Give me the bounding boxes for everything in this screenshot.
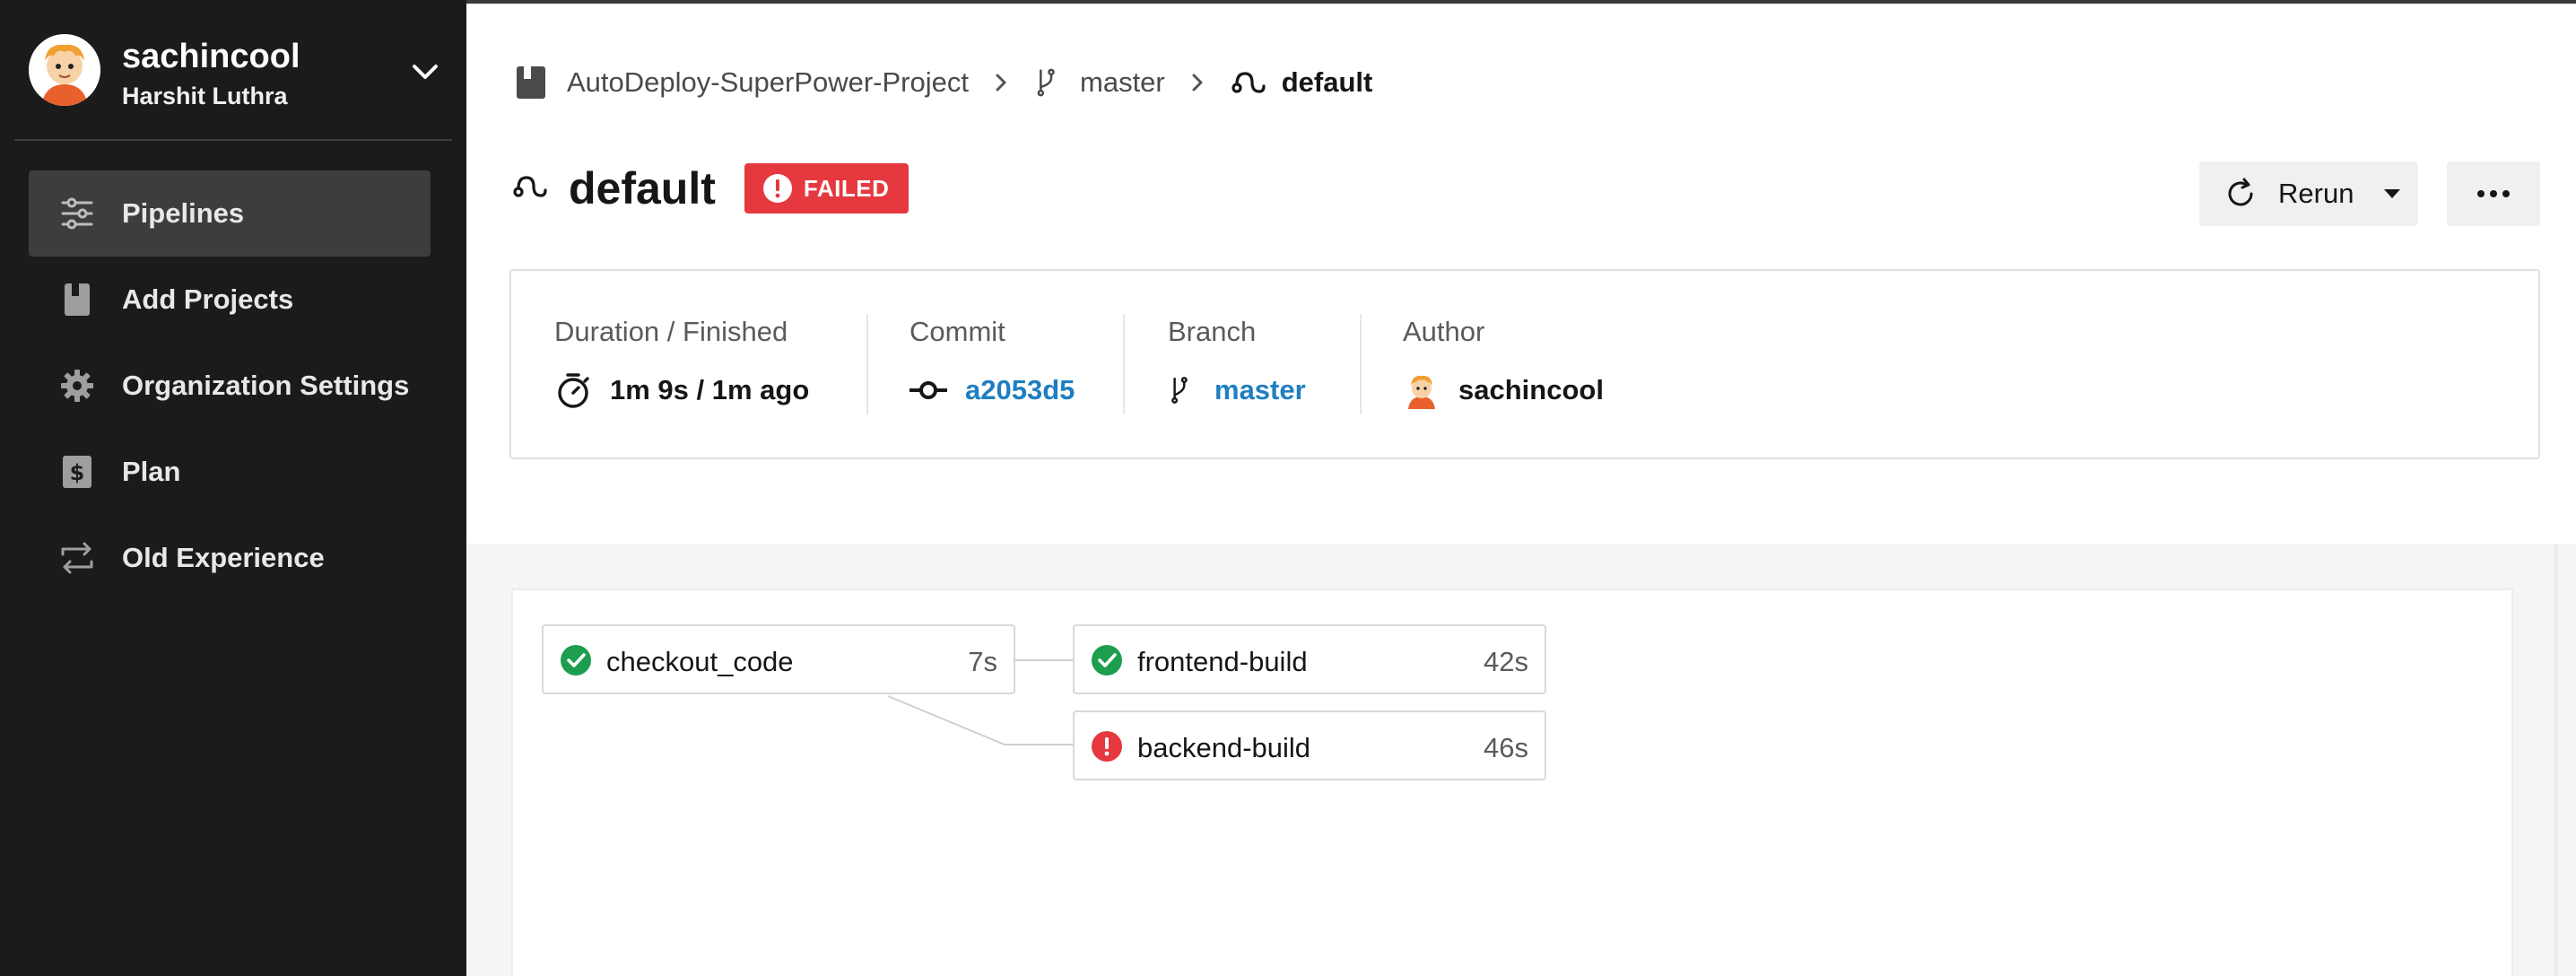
- rerun-button[interactable]: Rerun: [2199, 161, 2418, 226]
- branch-link[interactable]: master: [1214, 374, 1306, 406]
- commit-section: Commit a2053d5: [909, 316, 1075, 414]
- more-actions-button[interactable]: [2447, 161, 2540, 226]
- sidebar-item-label: Old Experience: [122, 542, 325, 573]
- breadcrumb-workflow: default: [1281, 66, 1373, 98]
- sidebar-item-label: Pipelines: [122, 197, 245, 229]
- duration-value: 1m 9s / 1m ago: [610, 374, 810, 405]
- chevron-right-icon: [1192, 74, 1203, 92]
- breadcrumb-project[interactable]: AutoDeploy-SuperPower-Project: [567, 66, 969, 99]
- branch-icon: [1037, 68, 1055, 97]
- workflow-icon: [513, 176, 547, 197]
- book-icon: [517, 66, 545, 99]
- chevron-down-icon[interactable]: [405, 52, 445, 92]
- job-card-backend-build[interactable]: backend-build 46s: [1073, 710, 1546, 780]
- sidebar-item-pipelines[interactable]: Pipelines: [29, 170, 431, 257]
- commit-label: Commit: [909, 316, 1005, 347]
- success-check-icon: [561, 645, 591, 675]
- avatar: [29, 34, 100, 106]
- sidebar-item-label: Plan: [122, 456, 181, 487]
- rerun-label: Rerun: [2278, 178, 2354, 209]
- refresh-icon: [2228, 178, 2253, 206]
- author-avatar: [1408, 375, 1435, 409]
- author-section: Author sachincool: [1403, 316, 1604, 414]
- sidebar-item-organization-settings[interactable]: Organization Settings: [29, 343, 431, 429]
- gear-icon: [61, 370, 93, 402]
- duration-label: Duration / Finished: [554, 316, 788, 347]
- stopwatch-icon: [558, 373, 589, 408]
- job-duration: 46s: [1484, 732, 1528, 763]
- workflow-graph-area: checkout_code 7s frontend-build 42s back…: [466, 544, 2576, 976]
- book-icon: [65, 283, 90, 316]
- failed-alert-icon: [1092, 731, 1122, 762]
- divider: [1360, 314, 1362, 414]
- sidebar: sachincool Harshit Luthra Pipelines Add …: [0, 0, 466, 976]
- author-label: Author: [1403, 316, 1485, 347]
- job-card-checkout-code[interactable]: checkout_code 7s: [542, 624, 1015, 694]
- user-full-name: Harshit Luthra: [122, 83, 288, 109]
- divider: [1123, 314, 1125, 414]
- duration-section: Duration / Finished 1m 9s / 1m ago: [554, 316, 809, 414]
- pipelines-icon: [61, 197, 93, 230]
- sidebar-item-label: Organization Settings: [122, 370, 410, 401]
- chevron-right-icon: [996, 74, 1006, 92]
- author-value: sachincool: [1458, 374, 1604, 405]
- commit-icon: [909, 381, 947, 399]
- job-duration: 42s: [1484, 646, 1528, 677]
- main-content: AutoDeploy-SuperPower-Project master def…: [466, 4, 2576, 976]
- job-name: frontend-build: [1137, 646, 1308, 677]
- workflow-info-card: Duration / Finished 1m 9s / 1m ago Commi…: [509, 269, 2540, 459]
- sidebar-item-add-projects[interactable]: Add Projects: [29, 257, 431, 343]
- status-badge: FAILED: [744, 163, 909, 214]
- switch-arrows-icon: [61, 542, 93, 574]
- breadcrumb: AutoDeploy-SuperPower-Project master def…: [515, 63, 1372, 102]
- user-switcher[interactable]: sachincool Harshit Luthra: [29, 34, 445, 109]
- job-duration: 7s: [968, 646, 997, 677]
- branch-section: Branch master: [1168, 316, 1306, 414]
- scrollbar-track[interactable]: [2554, 544, 2558, 976]
- branch-icon: [1171, 377, 1188, 404]
- success-check-icon: [1092, 645, 1122, 675]
- dollar-icon: $: [63, 456, 91, 488]
- ellipsis-icon: [2477, 190, 2510, 197]
- branch-label: Branch: [1168, 316, 1257, 347]
- sidebar-item-plan[interactable]: $ Plan: [29, 429, 431, 515]
- svg-text:$: $: [70, 460, 85, 485]
- workflow-icon: [1231, 72, 1266, 93]
- page-title-row: default FAILED: [511, 161, 909, 215]
- page-title: default: [569, 163, 716, 214]
- job-name: checkout_code: [606, 646, 794, 677]
- sidebar-item-old-experience[interactable]: Old Experience: [29, 515, 431, 601]
- job-name: backend-build: [1137, 732, 1311, 763]
- caret-down-icon: [2384, 189, 2400, 198]
- divider: [866, 314, 868, 414]
- sidebar-item-label: Add Projects: [122, 283, 294, 315]
- commit-link[interactable]: a2053d5: [965, 374, 1075, 406]
- alert-icon: [762, 174, 792, 203]
- sidebar-nav: Pipelines Add Projects Organization Sett…: [29, 170, 431, 601]
- job-card-frontend-build[interactable]: frontend-build 42s: [1073, 624, 1546, 694]
- sidebar-divider: [14, 139, 452, 141]
- username: sachincool: [122, 38, 300, 75]
- status-label: FAILED: [803, 174, 890, 202]
- workflow-graph: checkout_code 7s frontend-build 42s back…: [511, 588, 2513, 976]
- breadcrumb-branch[interactable]: master: [1080, 66, 1165, 99]
